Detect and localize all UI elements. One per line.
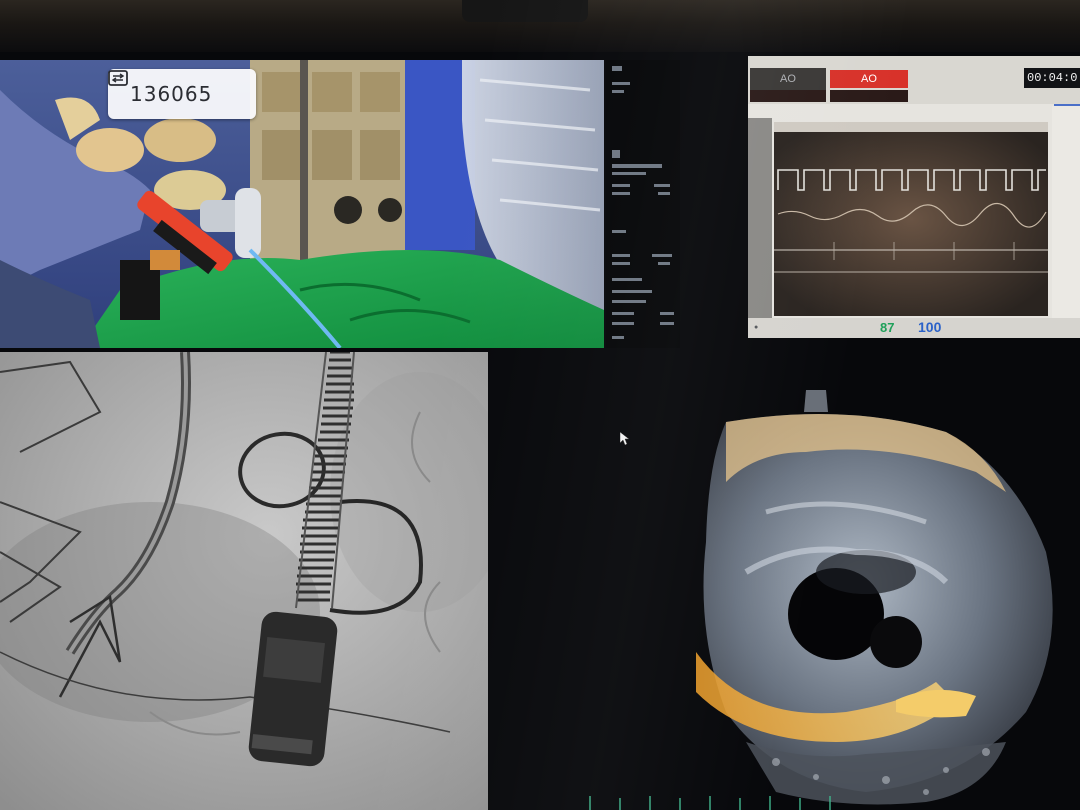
parameter-readout-column — [606, 60, 680, 348]
pressure-label: AO — [780, 73, 796, 85]
room-number: 136065 — [130, 82, 213, 106]
procedure-timer: 00:04:0 — [1024, 68, 1080, 88]
hemodynamic-monitor-panel[interactable]: AO AO 00:04:0 ● 87 100 — [748, 56, 1080, 338]
monitor-footer: ● 87 100 — [748, 318, 1080, 338]
pressure-label-tile: AO — [750, 68, 826, 90]
ecg-waveforms — [774, 122, 1048, 316]
procedure-room-camera-image — [0, 60, 604, 348]
waveform-area — [774, 122, 1048, 316]
bottom-trace-markers — [589, 796, 831, 810]
echo-3d-panel[interactable] — [686, 382, 1080, 810]
alarm-label: AO — [861, 73, 877, 85]
room-id-badge[interactable]: 136065 — [108, 69, 256, 119]
pressure-sub-tile — [750, 90, 826, 102]
3d-echo-render — [696, 390, 1053, 805]
monitor-scale-strip — [748, 118, 772, 318]
heart-rate-value: 87 — [880, 320, 895, 335]
monitor-mount — [462, 0, 588, 22]
mouse-cursor-icon — [620, 432, 629, 445]
readout-glyphs — [612, 66, 674, 339]
video-room-icon — [108, 70, 128, 86]
camera-feed-panel[interactable]: 136065 — [0, 60, 604, 348]
display-screen: 136065 AO AO 00:04:0 ● 87 100 — [0, 52, 1080, 810]
xray-image — [0, 352, 488, 810]
footer-icon: ● — [754, 324, 759, 331]
alarm-tile: AO — [830, 70, 908, 88]
monitor-bezel — [0, 0, 1080, 52]
spo2-value: 100 — [918, 319, 942, 335]
fluoroscopy-panel[interactable] — [0, 352, 488, 810]
monitor-side-panel — [1052, 106, 1080, 318]
alarm-sub-tile — [830, 90, 908, 102]
